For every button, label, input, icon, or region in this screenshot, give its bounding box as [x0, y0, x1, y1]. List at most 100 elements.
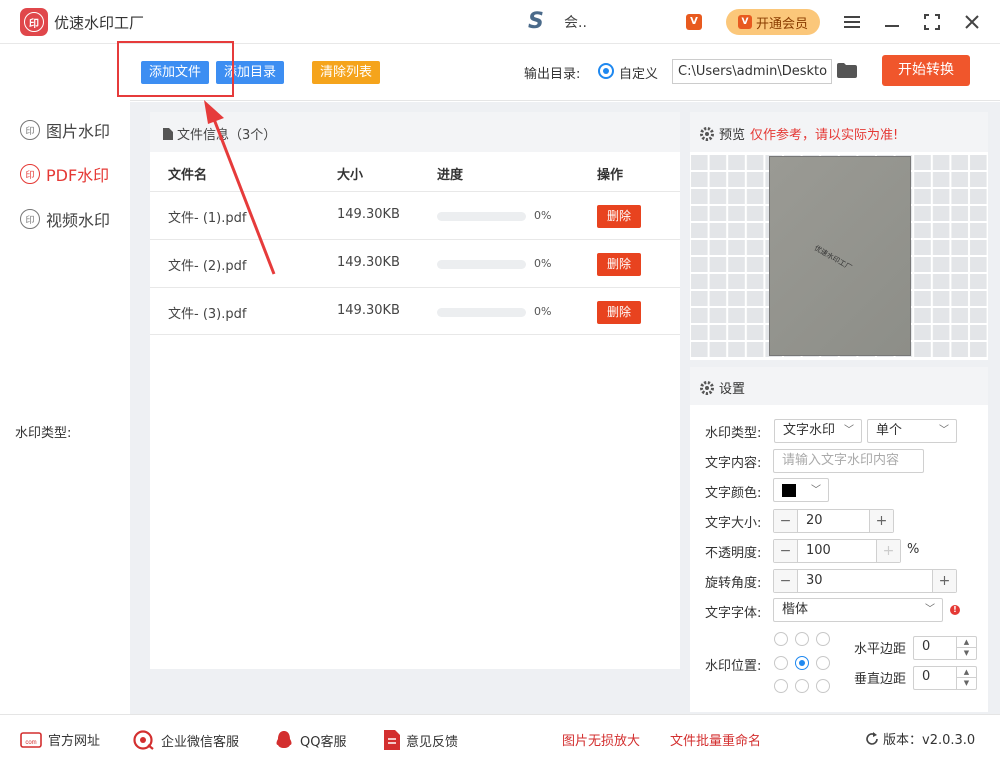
opacity-unit: % [907, 542, 920, 557]
position-middle-right[interactable] [816, 656, 830, 670]
position-bottom-right[interactable] [816, 679, 830, 693]
user-area[interactable]: S 会.. [528, 11, 587, 33]
horizontal-margin-input[interactable]: 0 ▲ ▼ [913, 636, 977, 660]
version-text: 版本：v2.0.3.0 [883, 733, 976, 748]
maximize-icon[interactable] [920, 10, 944, 34]
table-row: 文件- (3).pdf 149.30KB 0% 删除 [150, 287, 680, 335]
footer-batch-rename-link[interactable]: 文件批量重命名 [670, 730, 761, 749]
horizontal-margin-value: 0 [922, 639, 931, 654]
footer-link-label: 企业微信客服 [161, 734, 240, 750]
decrement-button[interactable]: − [774, 540, 798, 562]
sidebar-item-video-watermark[interactable]: 印 视频水印 [20, 207, 110, 231]
chevron-up-icon[interactable]: ▲ [956, 637, 976, 648]
delete-button[interactable]: 删除 [597, 253, 641, 276]
sidebar-item-pdf-watermark[interactable]: 印 PDF水印 [20, 162, 109, 186]
delete-button[interactable]: 删除 [597, 301, 641, 324]
position-center[interactable] [795, 656, 809, 670]
footer-wechat-link[interactable]: 企业微信客服 [133, 730, 239, 750]
color-swatch [782, 484, 796, 497]
increment-button[interactable]: + [869, 510, 893, 532]
chevron-down-icon: ﹀ [939, 425, 949, 436]
user-avatar-icon: S [528, 9, 544, 34]
file-size: 149.30KB [337, 303, 400, 318]
font-select[interactable]: 楷体 ﹀ [773, 598, 943, 622]
watermark-type-label: 水印类型: [705, 426, 762, 441]
opacity-stepper[interactable]: − 100 + [773, 539, 901, 563]
footer-website-link[interactable]: com 官方网址 [20, 730, 100, 749]
website-icon: com [20, 731, 42, 748]
preview-panel: 预览 仅作参考，请以实际为准! 优速水印工厂 [690, 112, 988, 360]
warning-icon[interactable]: ! [950, 605, 960, 615]
opacity-value: 100 [806, 543, 831, 558]
text-content-label: 文字内容: [705, 456, 762, 471]
folder-icon[interactable] [837, 63, 857, 78]
position-bottom-left[interactable] [774, 679, 788, 693]
sidebar-item-label: PDF水印 [46, 166, 110, 185]
decrement-button[interactable]: − [774, 510, 798, 532]
file-size: 149.30KB [337, 255, 400, 270]
increment-button[interactable]: + [932, 570, 956, 592]
font-label: 文字字体: [705, 606, 762, 621]
horizontal-margin-label: 水平边距 [854, 642, 907, 657]
vip-icon: V [737, 15, 752, 29]
watermark-type-select[interactable]: 文字水印 ﹀ [774, 419, 862, 443]
text-size-stepper[interactable]: − 20 + [773, 509, 894, 533]
delete-button[interactable]: 删除 [597, 205, 641, 228]
chevron-down-icon[interactable]: ▼ [956, 648, 976, 659]
text-content-input[interactable]: 请输入文字水印内容 [773, 449, 924, 473]
position-bottom-center[interactable] [795, 679, 809, 693]
vertical-margin-value: 0 [922, 669, 931, 684]
footer-link-label: 官方网址 [48, 734, 101, 749]
feedback-icon [384, 730, 400, 750]
vip-badge-icon[interactable]: V [686, 14, 702, 30]
file-name: 文件- (1).pdf [168, 211, 247, 226]
svg-text:com: com [25, 740, 36, 746]
custom-output-radio[interactable] [598, 63, 614, 79]
preview-title: 预览 [719, 128, 746, 143]
version-info: 版本：v2.0.3.0 [865, 729, 975, 748]
progress-text: 0% [534, 305, 552, 318]
position-top-left[interactable] [774, 632, 788, 646]
settings-title: 设置 [719, 382, 746, 397]
sidebar-item-label: 图片水印 [46, 122, 111, 141]
clear-list-button[interactable]: 清除列表 [312, 61, 381, 84]
refresh-icon[interactable] [865, 731, 879, 746]
image-watermark-icon: 印 [20, 120, 40, 140]
menu-icon[interactable] [840, 10, 864, 34]
table-row: 文件- (2).pdf 149.30KB 0% 删除 [150, 239, 680, 287]
user-name: 会.. [564, 15, 587, 31]
position-top-center[interactable] [795, 632, 809, 646]
start-convert-button[interactable]: 开始转换 [882, 55, 970, 86]
column-header-action: 操作 [597, 168, 624, 183]
vip-button[interactable]: V 开通会员 [726, 9, 820, 35]
file-name: 文件- (3).pdf [168, 307, 247, 322]
rotation-label: 旋转角度: [705, 576, 762, 591]
decrement-button[interactable]: − [774, 570, 798, 592]
opacity-label: 不透明度: [705, 546, 762, 561]
qq-icon [276, 731, 292, 748]
footer-link-label: QQ客服 [300, 734, 347, 750]
chevron-up-icon[interactable]: ▲ [956, 667, 976, 678]
footer-image-upscale-link[interactable]: 图片无损放大 [562, 730, 640, 749]
text-size-value: 20 [806, 513, 823, 528]
vertical-margin-input[interactable]: 0 ▲ ▼ [913, 666, 977, 690]
position-top-right[interactable] [816, 632, 830, 646]
footer-feedback-link[interactable]: 意见反馈 [384, 730, 458, 750]
watermark-mode-value: 单个 [876, 423, 903, 438]
increment-button[interactable]: + [876, 540, 900, 562]
watermark-mode-select[interactable]: 单个 ﹀ [867, 419, 957, 443]
close-icon[interactable] [960, 10, 984, 34]
rotation-stepper[interactable]: − 30 + [773, 569, 957, 593]
sidebar-item-image-watermark[interactable]: 印 图片水印 [20, 118, 110, 142]
text-color-picker[interactable]: ﹀ [773, 478, 829, 502]
chevron-down-icon: ﹀ [811, 485, 821, 496]
minimize-icon[interactable] [880, 10, 904, 34]
output-path-input[interactable]: C:\Users\admin\Deskto [672, 59, 832, 84]
footer-qq-link[interactable]: QQ客服 [274, 730, 346, 750]
position-middle-left[interactable] [774, 656, 788, 670]
gear-icon [700, 126, 714, 141]
font-value: 楷体 [782, 602, 809, 617]
app-title: 优速水印工厂 [54, 14, 145, 32]
chevron-down-icon[interactable]: ▼ [956, 678, 976, 689]
column-header-name: 文件名 [168, 168, 208, 183]
